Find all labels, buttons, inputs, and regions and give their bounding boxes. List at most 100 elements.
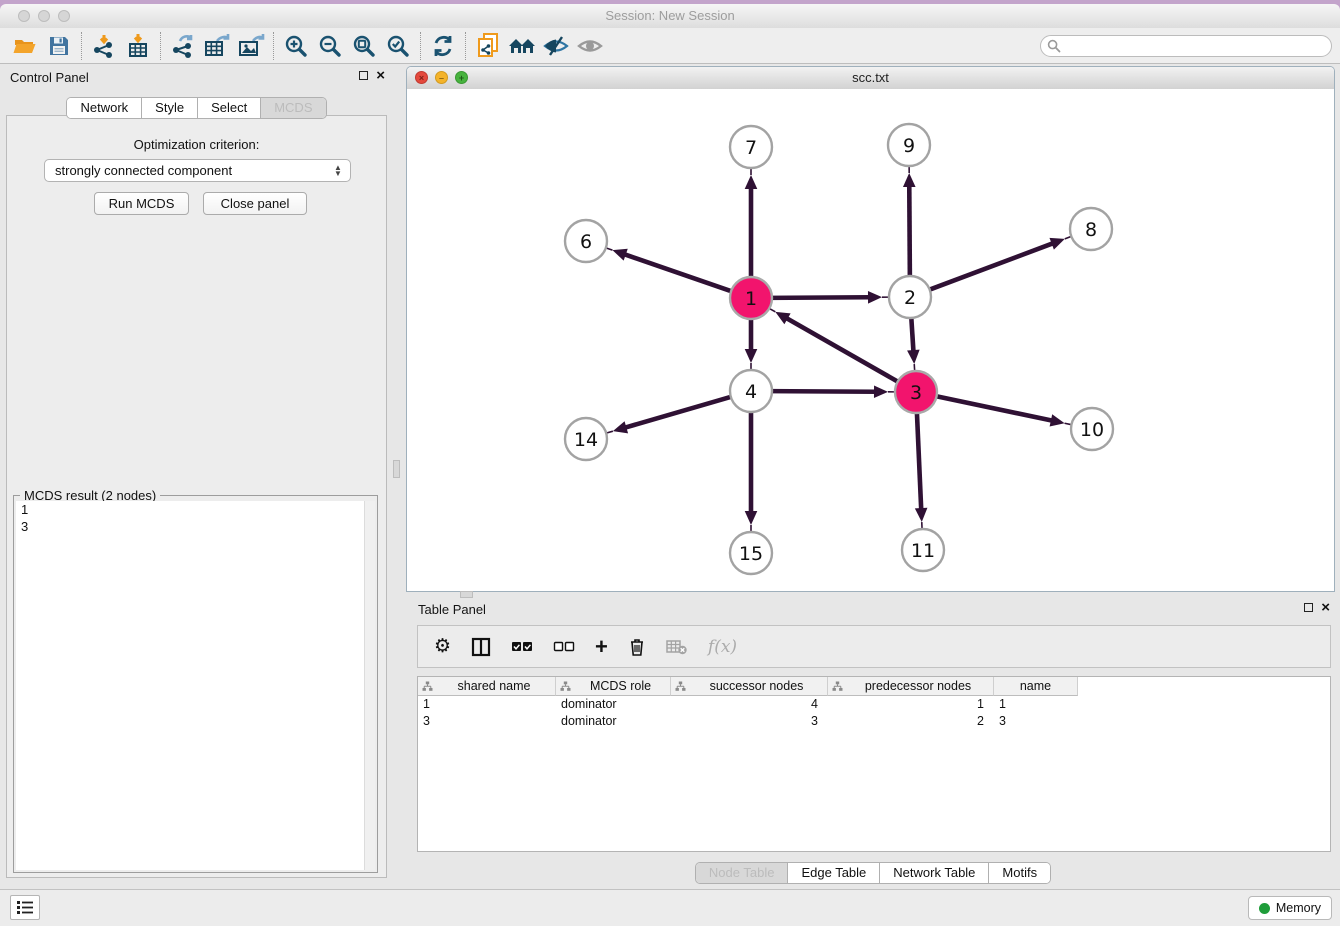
graph-node-8[interactable]: 8 xyxy=(1070,208,1112,250)
table-row[interactable]: 1dominator411 xyxy=(418,696,1330,713)
zoom-selected-icon[interactable] xyxy=(381,31,415,61)
float-table-panel-icon[interactable] xyxy=(1304,603,1313,612)
open-session-icon[interactable] xyxy=(8,31,42,61)
control-panel-title: Control Panel xyxy=(10,70,89,85)
column-header-successor-nodes[interactable]: successor nodes xyxy=(671,677,828,696)
delete-table-icon[interactable] xyxy=(666,638,688,656)
graph-edge-3-1[interactable] xyxy=(769,308,899,382)
task-history-button[interactable] xyxy=(10,895,40,920)
column-header-shared-name[interactable]: shared name xyxy=(418,677,556,696)
import-network-icon[interactable] xyxy=(87,31,121,61)
close-table-panel-icon[interactable]: × xyxy=(1321,602,1330,613)
graph-edge-3-10[interactable] xyxy=(935,396,1072,427)
table-cell[interactable]: 3 xyxy=(994,713,1078,730)
table-cell[interactable]: dominator xyxy=(556,696,671,713)
memory-button[interactable]: Memory xyxy=(1248,896,1332,920)
network-canvas[interactable]: 7 9 6 8 1 2 4 3 14 10 15 11 xyxy=(407,89,1334,591)
graph-edge-4-14[interactable] xyxy=(606,396,733,433)
mcds-result-textarea[interactable]: 13 xyxy=(16,501,375,870)
export-table-icon[interactable] xyxy=(200,31,234,61)
node-table[interactable]: shared name MCDS rolesuccessor nodes prede… xyxy=(417,676,1331,852)
zoom-in-icon[interactable] xyxy=(279,31,313,61)
add-row-icon[interactable]: + xyxy=(595,637,608,657)
deselect-all-checkboxes-icon[interactable] xyxy=(553,640,575,654)
hide-selected-icon[interactable] xyxy=(539,31,573,61)
result-scrollbar[interactable] xyxy=(364,501,375,870)
table-cell[interactable]: 1 xyxy=(994,696,1078,713)
graph-node-9[interactable]: 9 xyxy=(888,124,930,166)
graph-node-10[interactable]: 10 xyxy=(1071,408,1113,450)
graph-node-15[interactable]: 15 xyxy=(730,532,772,574)
table-cell[interactable]: dominator xyxy=(556,713,671,730)
close-panel-button[interactable]: Close panel xyxy=(203,192,307,215)
table-tab-node-table[interactable]: Node Table xyxy=(696,863,789,883)
close-panel-icon[interactable]: × xyxy=(376,70,385,81)
table-tab-network-table[interactable]: Network Table xyxy=(880,863,989,883)
clone-network-icon[interactable] xyxy=(471,31,505,61)
import-table-icon[interactable] xyxy=(121,31,155,61)
tab-network[interactable]: Network xyxy=(67,98,142,118)
graph-node-3[interactable]: 3 xyxy=(895,371,937,413)
column-header-mcds-role[interactable]: MCDS role xyxy=(556,677,671,696)
function-builder-icon[interactable]: f(x) xyxy=(708,637,737,657)
table-cell[interactable]: 1 xyxy=(418,696,556,713)
graph-edge-1-6[interactable] xyxy=(606,248,733,292)
network-window-titlebar[interactable]: × – + scc.txt xyxy=(407,67,1334,90)
column-label: shared name xyxy=(433,679,555,693)
table-cell[interactable]: 1 xyxy=(828,696,994,713)
select-all-checkboxes-icon[interactable] xyxy=(511,640,533,654)
delete-row-icon[interactable] xyxy=(628,637,646,657)
svg-text:4: 4 xyxy=(745,381,757,403)
column-hierarchy-icon xyxy=(422,681,433,692)
graph-node-4[interactable]: 4 xyxy=(730,370,772,412)
graph-node-14[interactable]: 14 xyxy=(565,418,607,460)
graph-node-6[interactable]: 6 xyxy=(565,220,607,262)
float-panel-icon[interactable] xyxy=(359,71,368,80)
graph-edge-4-15[interactable] xyxy=(745,410,758,532)
tab-select[interactable]: Select xyxy=(198,98,261,118)
svg-text:9: 9 xyxy=(903,135,915,157)
graph-edge-2-3[interactable] xyxy=(907,316,920,371)
graph-node-7[interactable]: 7 xyxy=(730,126,772,168)
split-view-icon[interactable] xyxy=(471,637,491,657)
graph-edge-1-4[interactable] xyxy=(745,317,758,370)
export-network-icon[interactable] xyxy=(166,31,200,61)
refresh-layout-icon[interactable] xyxy=(426,31,460,61)
export-image-icon[interactable] xyxy=(234,31,268,61)
table-row[interactable]: 3dominator323 xyxy=(418,713,1330,730)
zoom-fit-icon[interactable] xyxy=(347,31,381,61)
table-cell[interactable]: 4 xyxy=(671,696,828,713)
column-label: MCDS role xyxy=(571,679,670,693)
table-tab-motifs[interactable]: Motifs xyxy=(989,863,1050,883)
graph-edge-2-9[interactable] xyxy=(903,166,916,278)
column-label: predecessor nodes xyxy=(843,679,993,693)
tab-mcds[interactable]: MCDS xyxy=(261,98,325,118)
search-input[interactable] xyxy=(1040,35,1332,57)
run-mcds-button[interactable]: Run MCDS xyxy=(94,192,189,215)
first-neighbors-icon[interactable] xyxy=(505,31,539,61)
vertical-splitter-grip[interactable] xyxy=(393,460,400,478)
table-tab-edge-table[interactable]: Edge Table xyxy=(788,863,880,883)
table-cell[interactable]: 2 xyxy=(828,713,994,730)
criterion-dropdown[interactable]: strongly connected component ▲▼ xyxy=(44,159,351,182)
tab-style[interactable]: Style xyxy=(142,98,198,118)
graph-node-11[interactable]: 11 xyxy=(902,529,944,571)
table-cell[interactable]: 3 xyxy=(671,713,828,730)
control-panel: Control Panel × NetworkStyleSelectMCDS O… xyxy=(0,64,393,890)
table-cell[interactable]: 3 xyxy=(418,713,556,730)
column-header-name[interactable]: name xyxy=(994,677,1078,696)
graph-edge-2-8[interactable] xyxy=(928,236,1072,290)
graph-edge-1-2[interactable] xyxy=(770,291,889,304)
save-session-icon[interactable] xyxy=(42,31,76,61)
column-header-predecessor-nodes[interactable]: predecessor nodes xyxy=(828,677,994,696)
graph-edge-3-11[interactable] xyxy=(915,411,928,529)
horizontal-splitter-grip[interactable] xyxy=(460,591,473,598)
graph-node-1[interactable]: 1 xyxy=(730,277,772,319)
column-settings-gear-icon[interactable]: ⚙ xyxy=(434,637,451,656)
graph-edge-4-3[interactable] xyxy=(770,385,895,398)
graph-node-2[interactable]: 2 xyxy=(889,276,931,318)
zoom-out-icon[interactable] xyxy=(313,31,347,61)
show-all-icon[interactable] xyxy=(573,31,607,61)
svg-text:11: 11 xyxy=(911,540,935,562)
graph-edge-1-7[interactable] xyxy=(745,168,758,279)
